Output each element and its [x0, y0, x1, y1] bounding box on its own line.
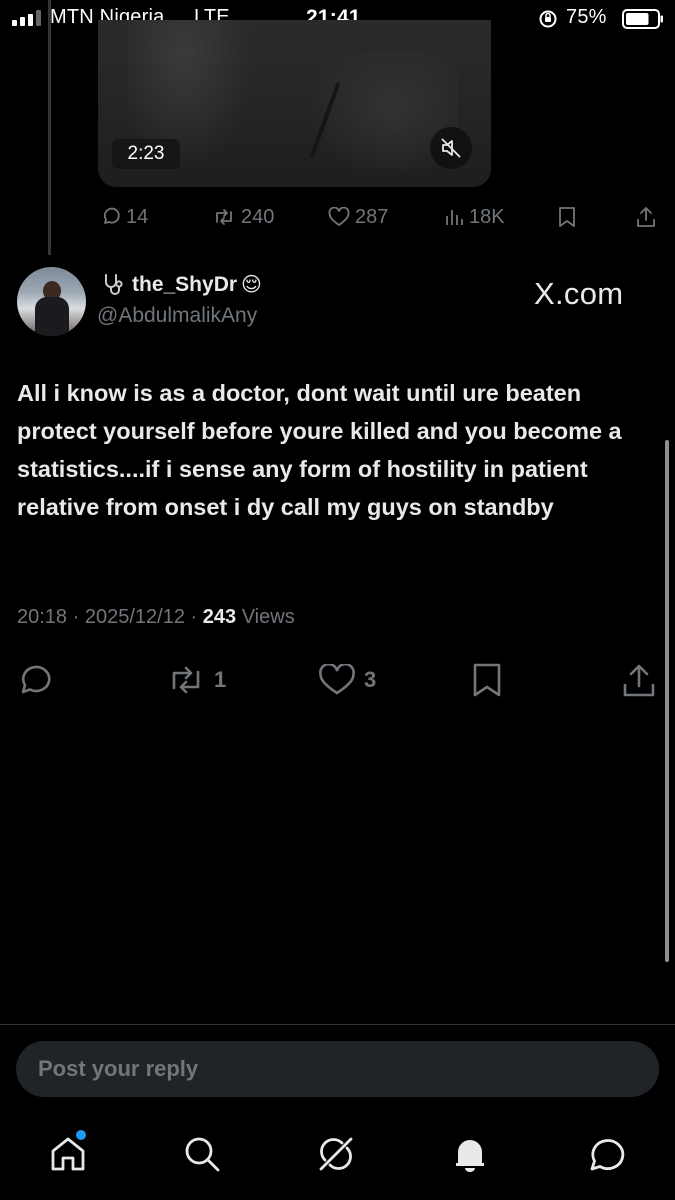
repost-icon	[216, 209, 232, 225]
quoted-repost-count: 240	[241, 205, 275, 228]
post-metadata: 20:18 · 2025/12/12 · 243 Views	[17, 606, 295, 629]
bookmark-button[interactable]	[470, 660, 504, 700]
post-views-count: 243	[202, 606, 237, 628]
tab-messages[interactable]	[584, 1128, 628, 1184]
video-duration-badge: 2:23	[112, 139, 180, 169]
quoted-repost-button[interactable]: 240	[212, 202, 274, 232]
grok-icon	[319, 1137, 353, 1171]
post-views-label: Views	[241, 606, 295, 628]
share-icon	[623, 664, 655, 697]
mute-toggle-button[interactable]	[430, 127, 472, 169]
reply-icon	[21, 665, 51, 694]
like-count: 3	[364, 667, 377, 692]
meta-separator: ·	[72, 606, 80, 628]
messages-icon	[590, 1139, 625, 1171]
speaker-muted-icon	[441, 138, 461, 158]
share-button[interactable]	[622, 660, 656, 700]
heart-icon	[328, 207, 350, 227]
repost-icon	[172, 666, 200, 694]
reply-composer[interactable]	[16, 1041, 659, 1097]
reply-icon	[103, 207, 120, 224]
bookmark-icon	[473, 663, 501, 697]
post-text: All i know is as a doctor, dont wait unt…	[17, 380, 622, 520]
post-time[interactable]: 20:18	[17, 606, 67, 628]
post-date[interactable]: 2025/12/12	[85, 606, 185, 628]
battery-icon	[622, 9, 663, 29]
post-actions: 1 3	[0, 660, 675, 700]
quoted-reply-count: 14	[126, 205, 149, 228]
author-display-name[interactable]: the_ShyDr 😌	[102, 272, 262, 297]
home-icon	[51, 1137, 85, 1171]
quoted-reply-button[interactable]: 14	[101, 202, 148, 232]
views-bar-chart-icon	[446, 210, 463, 225]
share-icon	[637, 207, 655, 227]
quoted-views-button[interactable]: 18K	[444, 202, 505, 232]
x-com-watermark: X.com	[534, 276, 624, 311]
meta-separator: ·	[190, 606, 198, 628]
tab-notifications[interactable]	[448, 1128, 492, 1184]
quoted-view-count: 18K	[469, 205, 505, 228]
quoted-like-button[interactable]: 287	[328, 202, 388, 232]
video-frame-shade	[298, 50, 458, 187]
stethoscope-icon	[105, 273, 123, 295]
battery-percent: 75%	[566, 6, 607, 28]
quoted-like-count: 287	[355, 205, 389, 228]
relieved-face-emoji: 😌	[241, 274, 262, 296]
quoted-share-button[interactable]	[636, 202, 656, 232]
signal-strength-icon	[12, 10, 41, 26]
author-handle[interactable]: @AbdulmalikAny	[97, 304, 257, 328]
quoted-bookmark-button[interactable]	[557, 202, 577, 232]
bookmark-icon	[559, 207, 575, 227]
avatar-photo-detail	[35, 297, 69, 336]
like-button[interactable]: 3	[318, 660, 376, 700]
author-name-text: the_ShyDr	[132, 272, 238, 296]
divider	[0, 1024, 675, 1025]
repost-button[interactable]: 1	[166, 660, 226, 700]
heart-icon	[319, 664, 355, 695]
notifications-icon	[456, 1140, 484, 1172]
quoted-post-metrics: 14 240 287 18K	[0, 202, 675, 232]
reply-button[interactable]	[17, 660, 53, 700]
home-unread-dot	[76, 1130, 86, 1140]
repost-count: 1	[214, 667, 227, 692]
bottom-tab-bar	[0, 1128, 675, 1188]
orientation-lock-icon	[539, 10, 557, 28]
tab-search[interactable]	[180, 1128, 224, 1184]
scrollbar[interactable]	[665, 440, 669, 962]
search-icon	[185, 1137, 220, 1172]
reply-input[interactable]	[38, 1041, 638, 1097]
avatar[interactable]	[17, 267, 86, 336]
tab-grok[interactable]	[314, 1128, 358, 1184]
